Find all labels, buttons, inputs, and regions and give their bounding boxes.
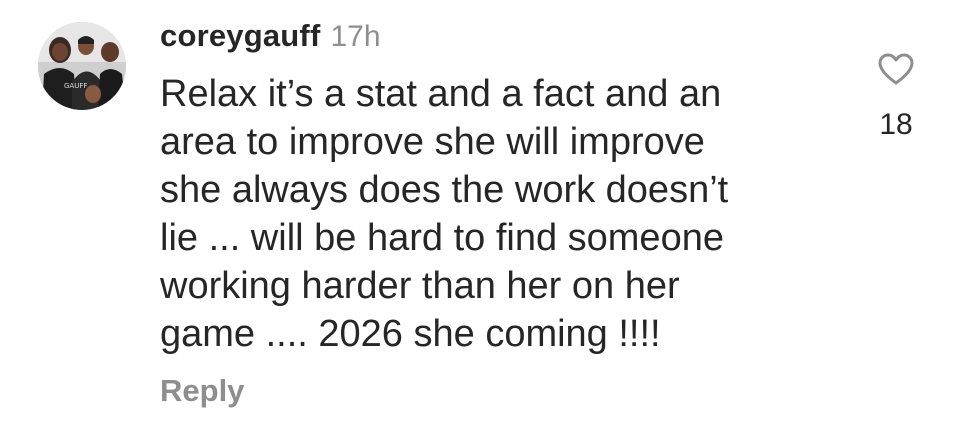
comment-text: Relax it’s a stat and a fact and an area… (160, 70, 820, 358)
comment-line: lie ... will be hard to find someone (160, 217, 724, 259)
avatar-photo: GAUFF (38, 22, 126, 110)
comment-line: Relax it’s a stat and a fact and an (160, 73, 722, 115)
comment-line: working harder than her on her (160, 265, 680, 307)
timestamp: 17h (330, 20, 381, 53)
like-control: 18 (866, 52, 926, 142)
comment-header: coreygauff 17h (160, 18, 381, 54)
avatar[interactable]: GAUFF (38, 22, 126, 110)
comment-line: she always does the work doesn’t (160, 169, 729, 211)
username[interactable]: coreygauff (160, 18, 320, 53)
comment-line: game .... 2026 she coming !!!! (160, 313, 661, 355)
comment-line: area to improve she will improve (160, 121, 705, 163)
reply-button[interactable]: Reply (160, 373, 244, 409)
svg-text:GAUFF: GAUFF (64, 82, 87, 90)
comment-item: GAUFF coreygauff 17h Relax it’s a stat an… (0, 0, 960, 433)
like-count: 18 (879, 108, 913, 141)
heart-outline-icon[interactable] (877, 52, 915, 86)
